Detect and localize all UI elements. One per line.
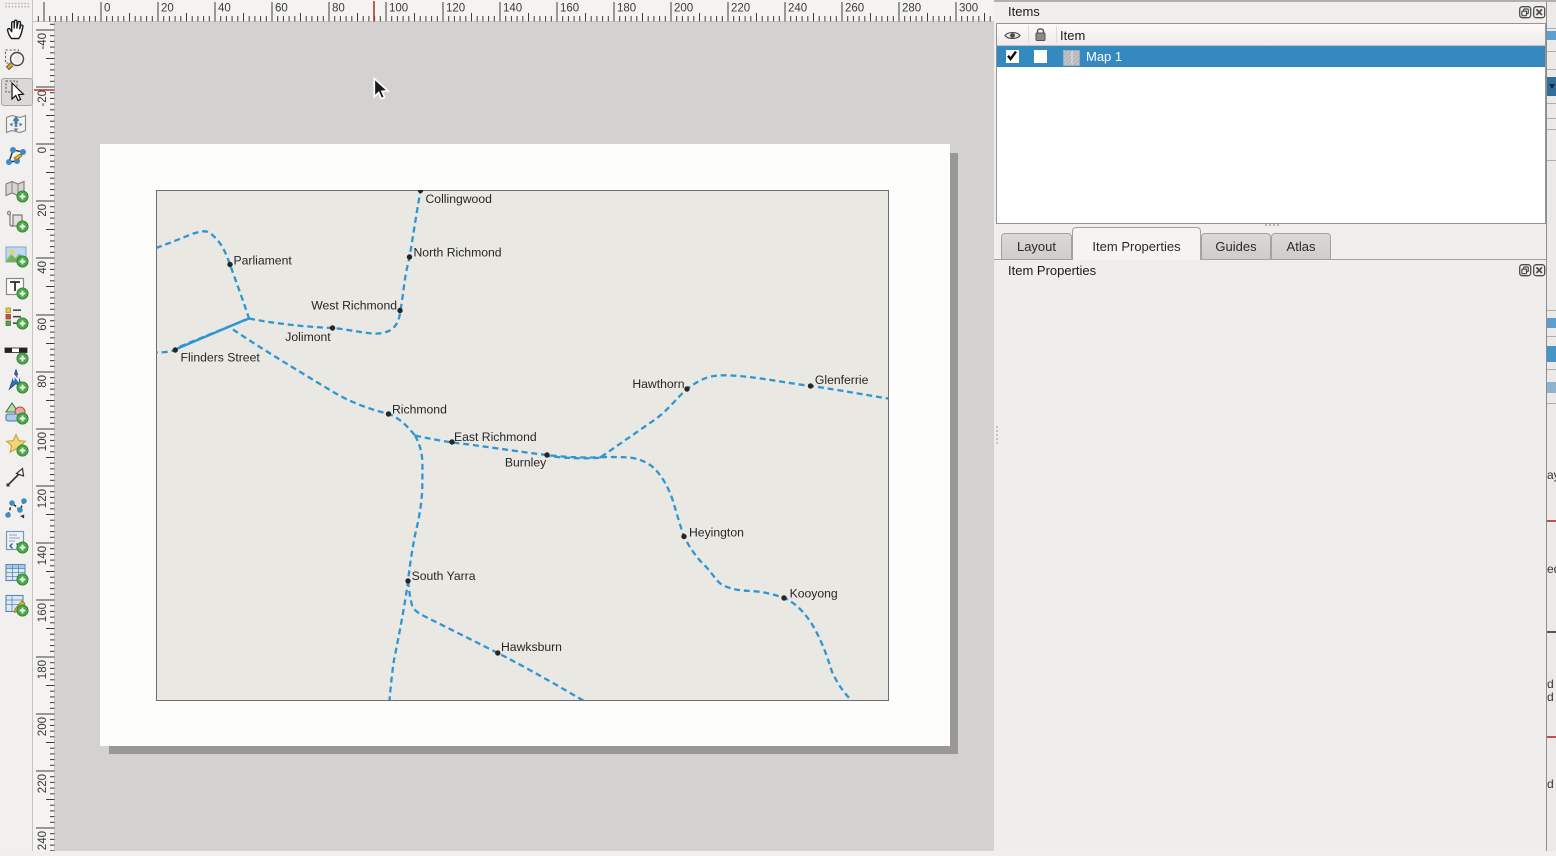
svg-text:220: 220 xyxy=(37,774,49,793)
svg-text:160: 160 xyxy=(560,3,579,15)
svg-text:20: 20 xyxy=(37,204,49,217)
svg-text:180: 180 xyxy=(617,3,636,15)
svg-text:140: 140 xyxy=(503,3,522,15)
svg-text:-40: -40 xyxy=(37,33,49,50)
svg-text:60: 60 xyxy=(275,3,288,15)
svg-text:20: 20 xyxy=(161,3,174,15)
svg-text:240: 240 xyxy=(788,3,807,15)
svg-text:100: 100 xyxy=(37,432,49,451)
svg-text:South Yarra: South Yarra xyxy=(412,569,476,583)
svg-text:Burnley: Burnley xyxy=(505,456,547,470)
svg-text:Collingwood: Collingwood xyxy=(426,192,492,206)
svg-text:200: 200 xyxy=(674,3,693,15)
svg-text:160: 160 xyxy=(37,603,49,622)
svg-text:300: 300 xyxy=(959,3,978,15)
svg-text:120: 120 xyxy=(37,489,49,508)
svg-text:Hawthorn: Hawthorn xyxy=(632,377,684,391)
svg-text:Hawksburn: Hawksburn xyxy=(501,640,562,654)
svg-text:North Richmond: North Richmond xyxy=(414,246,502,260)
svg-text:0: 0 xyxy=(37,147,49,153)
svg-text:120: 120 xyxy=(446,3,465,15)
svg-text:Glenferrie: Glenferrie xyxy=(815,373,869,387)
svg-text:180: 180 xyxy=(37,660,49,679)
svg-text:260: 260 xyxy=(845,3,864,15)
svg-text:-20: -20 xyxy=(37,90,49,107)
svg-text:0: 0 xyxy=(104,3,110,15)
svg-text:Heyington: Heyington xyxy=(689,526,744,540)
svg-text:Kooyong: Kooyong xyxy=(790,587,838,601)
svg-text:40: 40 xyxy=(218,3,231,15)
svg-text:West Richmond: West Richmond xyxy=(311,299,397,313)
svg-text:140: 140 xyxy=(37,546,49,565)
svg-text:280: 280 xyxy=(902,3,921,15)
svg-text:240: 240 xyxy=(37,831,49,850)
svg-text:Jolimont: Jolimont xyxy=(285,330,331,344)
svg-text:Richmond: Richmond xyxy=(392,403,447,417)
svg-text:220: 220 xyxy=(731,3,750,15)
svg-text:East Richmond: East Richmond xyxy=(454,430,537,444)
svg-text:60: 60 xyxy=(37,318,49,331)
svg-text:200: 200 xyxy=(37,717,49,736)
svg-text:40: 40 xyxy=(37,261,49,274)
svg-text:Parliament: Parliament xyxy=(234,254,293,268)
svg-text:Flinders Street: Flinders Street xyxy=(181,351,261,365)
svg-text:80: 80 xyxy=(37,375,49,388)
svg-text:100: 100 xyxy=(389,3,408,15)
svg-text:80: 80 xyxy=(332,3,345,15)
